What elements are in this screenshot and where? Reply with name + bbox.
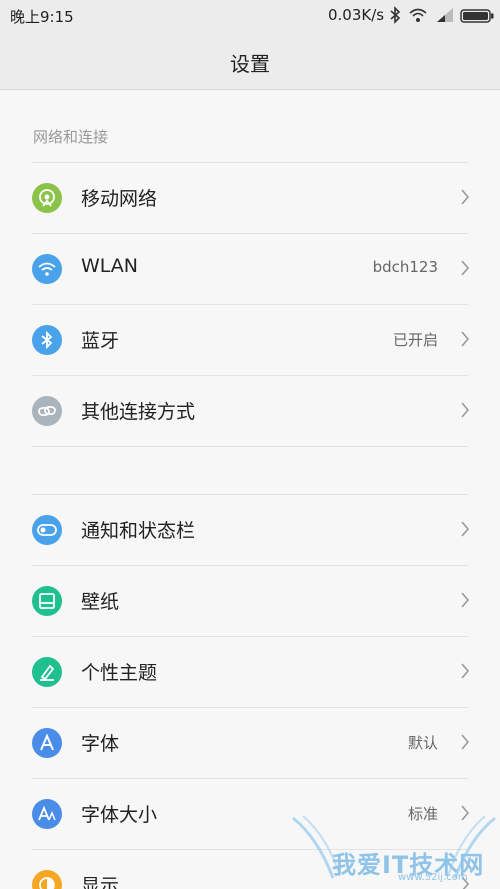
- settings-item-label: 通知和状态栏: [81, 520, 196, 542]
- divider: [32, 494, 468, 495]
- settings-item-label: WLAN: [81, 255, 139, 277]
- settings-item-label: 个性主题: [81, 662, 158, 684]
- signal-icon: [435, 6, 455, 28]
- chevron-right-icon: [460, 188, 470, 210]
- bluetooth-icon: [389, 6, 401, 28]
- link-icon: [32, 396, 62, 426]
- font-icon: [32, 728, 62, 758]
- wallpaper-icon: [32, 586, 62, 616]
- battery-icon: [460, 8, 494, 27]
- divider: [32, 778, 468, 779]
- chevron-right-icon: [460, 520, 470, 542]
- chevron-right-icon: [460, 591, 470, 613]
- divider: [32, 636, 468, 637]
- chevron-right-icon: [460, 401, 470, 423]
- chevron-right-icon: [460, 259, 470, 281]
- divider: [32, 162, 468, 163]
- status-net-speed: 0.03K/s: [328, 6, 385, 24]
- settings-item-bluetooth[interactable]: 蓝牙 已开启: [0, 304, 500, 375]
- settings-item-label: 壁纸: [81, 591, 120, 613]
- page-title: 设置: [230, 52, 270, 76]
- theme-brush-icon: [32, 657, 62, 687]
- settings-item-mobile-network[interactable]: 移动网络: [0, 162, 500, 233]
- settings-item-label: 其他连接方式: [81, 401, 196, 423]
- status-time: 晚上9:15: [10, 8, 74, 26]
- settings-item-themes[interactable]: 个性主题: [0, 636, 500, 707]
- status-bar: 晚上9:15 0.03K/s: [0, 0, 500, 30]
- settings-item-label: 字体: [81, 733, 120, 755]
- bluetooth-icon: [32, 325, 62, 355]
- divider: [32, 565, 468, 566]
- settings-item-label: 字体大小: [81, 804, 158, 826]
- title-bar: 设置: [0, 30, 500, 90]
- settings-item-label: 移动网络: [81, 188, 158, 210]
- chevron-right-icon: [460, 733, 470, 755]
- display-icon: [32, 870, 62, 889]
- section-label-network: 网络和连接: [33, 128, 109, 146]
- divider: [32, 375, 468, 376]
- settings-item-other-connections[interactable]: 其他连接方式: [0, 375, 500, 446]
- divider: [32, 446, 468, 447]
- settings-item-wallpaper[interactable]: 壁纸: [0, 565, 500, 636]
- settings-item-label: 蓝牙: [81, 330, 120, 352]
- divider: [32, 233, 468, 234]
- settings-item-label: 显示: [81, 875, 120, 889]
- wifi-icon: [408, 6, 428, 28]
- watermark-url: www.52ij.com: [398, 872, 468, 883]
- font-size-icon: [32, 799, 62, 829]
- settings-item-value: 默认: [407, 734, 438, 752]
- settings-item-value: bdch123: [372, 258, 438, 276]
- settings-item-notifications[interactable]: 通知和状态栏: [0, 494, 500, 565]
- divider: [32, 707, 468, 708]
- toggle-icon: [32, 515, 62, 545]
- mobile-network-icon: [32, 183, 62, 213]
- divider: [32, 304, 468, 305]
- chevron-right-icon: [460, 662, 470, 684]
- settings-item-font[interactable]: 字体 默认: [0, 707, 500, 778]
- settings-item-wlan[interactable]: WLAN bdch123: [0, 233, 500, 304]
- chevron-right-icon: [460, 330, 470, 352]
- wifi-icon: [32, 254, 62, 284]
- settings-item-value: 已开启: [392, 331, 438, 349]
